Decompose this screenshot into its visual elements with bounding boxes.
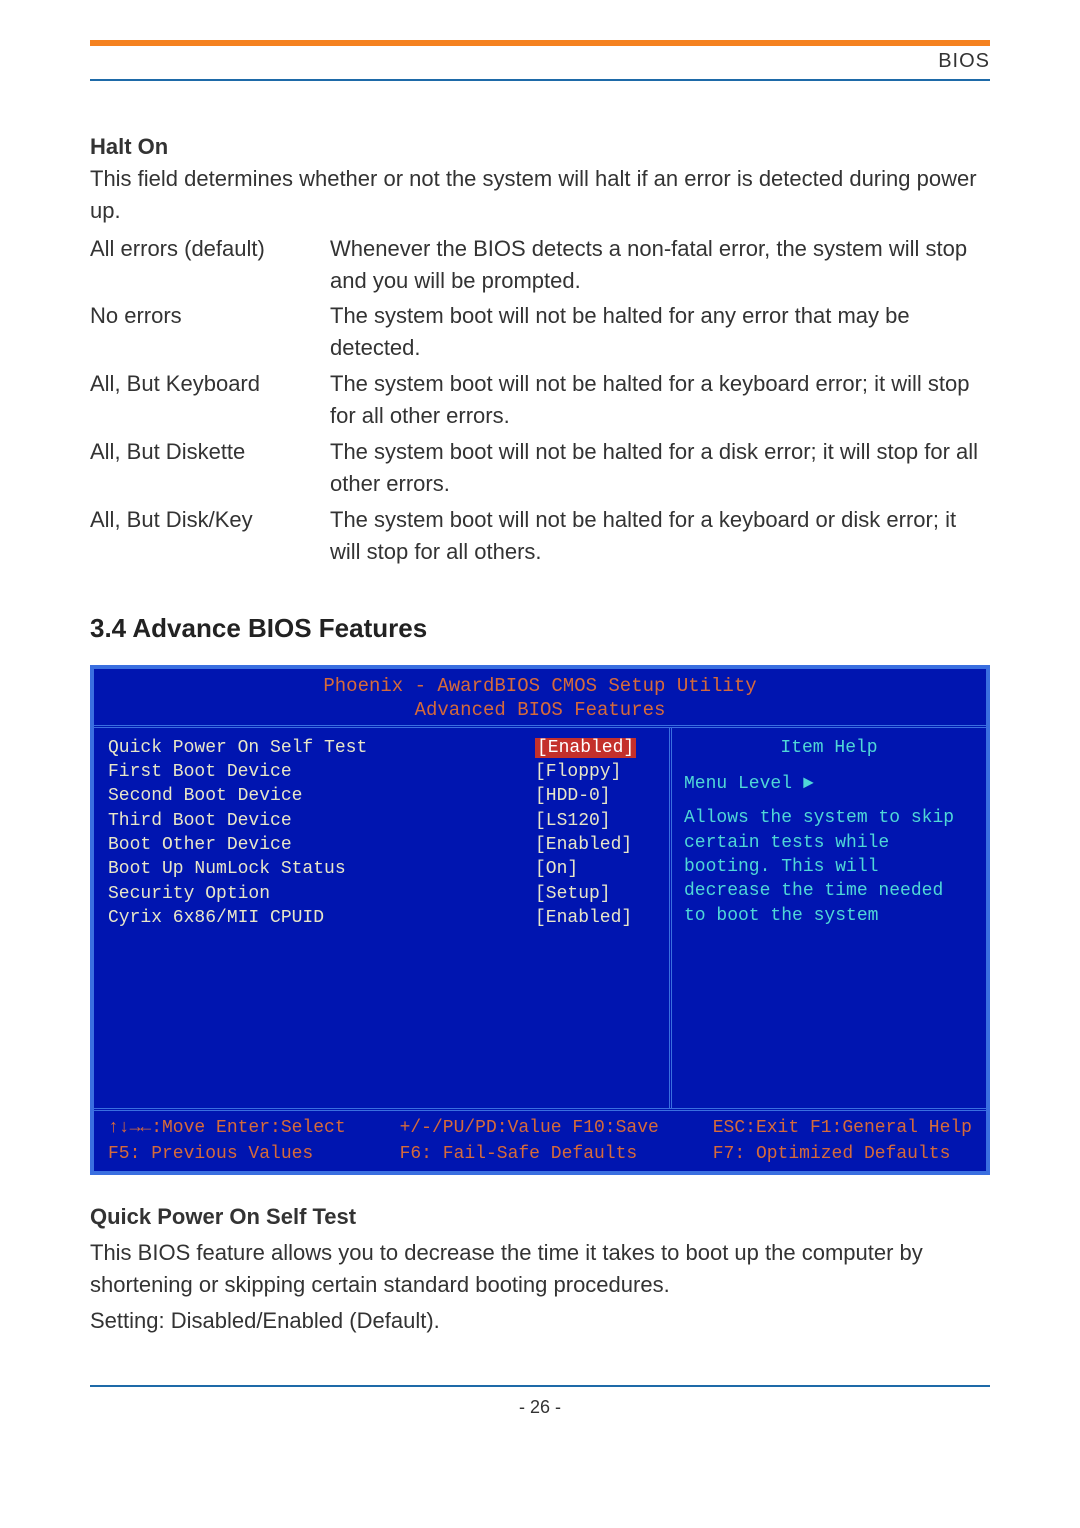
bios-screenshot: Phoenix - AwardBIOS CMOS Setup Utility A… (90, 665, 990, 1175)
bios-menu-level: Menu Level ► (684, 772, 974, 796)
qpost-p1: This BIOS feature allows you to decrease… (90, 1237, 990, 1301)
table-row: All, But Keyboard The system boot will n… (90, 366, 990, 434)
table-row: No errors The system boot will not be ha… (90, 298, 990, 366)
halt-label: All, But Keyboard (90, 366, 330, 434)
bios-setting-label: Security Option (108, 882, 535, 906)
bios-title: Phoenix - AwardBIOS CMOS Setup Utility A… (94, 669, 986, 728)
halt-desc: The system boot will not be halted for a… (330, 502, 990, 570)
halt-on-intro: This field determines whether or not the… (90, 163, 990, 227)
halt-label: No errors (90, 298, 330, 366)
page-header-label: BIOS (938, 50, 990, 73)
halt-on-table: All errors (default) Whenever the BIOS d… (90, 231, 990, 570)
bios-setting-label: Third Boot Device (108, 809, 535, 833)
qpost-title: Quick Power On Self Test (90, 1201, 990, 1233)
bios-help-panel: Item Help Menu Level ► Allows the system… (669, 728, 986, 1108)
table-row: All, But Diskette The system boot will n… (90, 434, 990, 502)
bios-setting-label: Cyrix 6x86/MII CPUID (108, 906, 535, 930)
bios-setting-row[interactable]: Cyrix 6x86/MII CPUID [Enabled] (108, 906, 655, 930)
bios-hint: F6: Fail-Safe Defaults (400, 1144, 638, 1164)
bios-setting-row[interactable]: Boot Up NumLock Status [On] (108, 857, 655, 881)
bios-setting-row[interactable]: Third Boot Device [LS120] (108, 809, 655, 833)
halt-label: All, But Diskette (90, 434, 330, 502)
bios-setting-value: [Enabled] (535, 833, 655, 857)
table-row: All, But Disk/Key The system boot will n… (90, 502, 990, 570)
bios-hint: F5: Previous Values (108, 1144, 313, 1164)
table-row: All errors (default) Whenever the BIOS d… (90, 231, 990, 299)
bios-help-title: Item Help (684, 736, 974, 760)
halt-desc: The system boot will not be halted for a… (330, 434, 990, 502)
bios-setting-value: [Enabled] (535, 736, 655, 760)
halt-label: All, But Disk/Key (90, 502, 330, 570)
page-number: - 26 - (519, 1397, 561, 1417)
bios-setting-row[interactable]: Boot Other Device [Enabled] (108, 833, 655, 857)
bios-setting-value: [Setup] (535, 882, 655, 906)
bios-setting-row[interactable]: Quick Power On Self Test [Enabled] (108, 736, 655, 760)
bios-setting-row[interactable]: First Boot Device [Floppy] (108, 760, 655, 784)
halt-label: All errors (default) (90, 231, 330, 299)
bios-hint: +/-/PU/PD:Value F10:Save (400, 1118, 659, 1138)
halt-desc: Whenever the BIOS detects a non-fatal er… (330, 231, 990, 299)
bios-setting-value: [Enabled] (535, 906, 655, 930)
bios-setting-label: Boot Other Device (108, 833, 535, 857)
bios-setting-value: [Floppy] (535, 760, 655, 784)
bios-setting-row[interactable]: Security Option [Setup] (108, 882, 655, 906)
bios-hint: F7: Optimized Defaults (713, 1144, 951, 1164)
halt-desc: The system boot will not be halted for a… (330, 366, 990, 434)
bios-setting-value: [On] (535, 857, 655, 881)
halt-on-title: Halt On (90, 131, 990, 163)
halt-desc: The system boot will not be halted for a… (330, 298, 990, 366)
bios-setting-label: Second Boot Device (108, 784, 535, 808)
bios-setting-label: Quick Power On Self Test (108, 736, 535, 760)
bios-setting-value: [LS120] (535, 809, 655, 833)
bios-title-line2: Advanced BIOS Features (415, 699, 666, 721)
bios-setting-value: [HDD-0] (535, 784, 655, 808)
section-heading-advance-bios: 3.4 Advance BIOS Features (90, 610, 990, 648)
bios-footer-hints: ↑↓→←:Move Enter:Select F5: Previous Valu… (94, 1108, 986, 1171)
bios-hint: ESC:Exit F1:General Help (713, 1118, 972, 1138)
bios-title-line1: Phoenix - AwardBIOS CMOS Setup Utility (323, 675, 756, 697)
bios-hint: ↑↓→←:Move Enter:Select (108, 1118, 346, 1138)
bios-setting-row[interactable]: Second Boot Device [HDD-0] (108, 784, 655, 808)
bios-setting-label: Boot Up NumLock Status (108, 857, 535, 881)
bios-help-text: Allows the system to skip certain tests … (684, 806, 974, 927)
qpost-p2: Setting: Disabled/Enabled (Default). (90, 1305, 990, 1337)
bios-settings-panel: Quick Power On Self Test [Enabled] First… (94, 728, 669, 1108)
bios-setting-label: First Boot Device (108, 760, 535, 784)
